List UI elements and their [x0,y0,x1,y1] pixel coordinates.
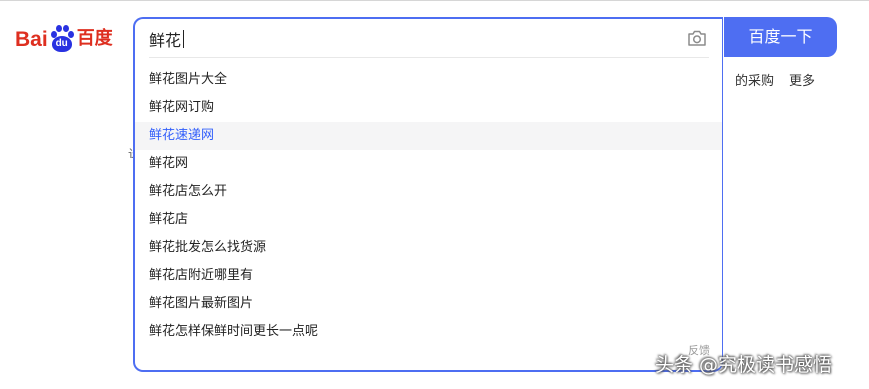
paw-icon: du [49,25,75,53]
paw-text: du [55,38,68,49]
nav-item-partial[interactable]: 的采购 [724,70,774,89]
suggestion-item-highlighted[interactable]: 鲜花速递网 [135,122,722,150]
suggestion-item[interactable]: 鲜花店怎么开 [135,178,722,206]
suggestion-item[interactable]: 鲜花怎样保鲜时间更长一点呢 [135,318,722,346]
suggestion-list: 鲜花图片大全 鲜花网订购 鲜花速递网 鲜花网 鲜花店怎么开 鲜花店 鲜花批发怎么… [135,66,722,346]
suggestion-item[interactable]: 鲜花网 [135,150,722,178]
suggestion-item[interactable]: 鲜花图片最新图片 [135,290,722,318]
suggestion-item[interactable]: 鲜花批发怎么找货源 [135,234,722,262]
search-suggest-panel: 鲜花图片大全 鲜花网订购 鲜花速递网 鲜花网 鲜花店怎么开 鲜花店 鲜花批发怎么… [133,17,723,372]
logo-chinese-text: 百度 [76,28,113,49]
logo-latin-text: Bai [15,27,48,51]
watermark: 头条 @究极读书感悟 [655,354,833,376]
suggestion-item[interactable]: 鲜花店 [135,206,722,234]
suggestion-item[interactable]: 鲜花网订购 [135,94,722,122]
input-divider [149,57,709,58]
suggestion-item[interactable]: 鲜花店附近哪里有 [135,262,722,290]
hidden-content-fragment: 设 [128,144,133,158]
text-caret [183,30,184,48]
camera-icon[interactable] [687,29,707,47]
nav-more-link[interactable]: 更多 [789,70,815,89]
top-divider [0,0,869,1]
suggestion-item[interactable]: 鲜花图片大全 [135,66,722,94]
search-button[interactable]: 百度一下 [724,17,837,57]
search-input[interactable] [149,27,669,51]
baidu-logo[interactable]: Bai du 百度 [15,22,113,56]
